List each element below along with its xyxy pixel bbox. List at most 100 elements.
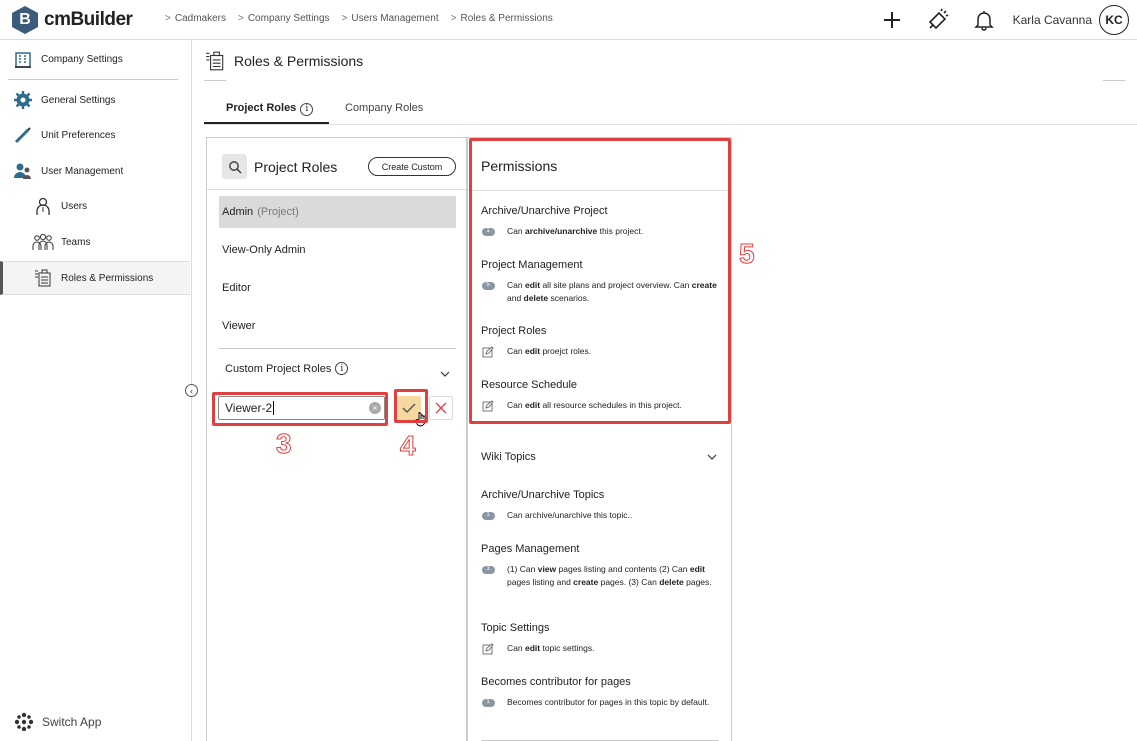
info-icon[interactable]: i [335,362,349,375]
sidebar-item-general-settings[interactable]: General Settings [12,89,116,111]
tab-project-roles[interactable]: Project Roles i [226,102,314,116]
sidebar-item-user-management[interactable]: User Management [12,160,123,182]
top-actions [879,7,997,33]
breadcrumb-item[interactable]: > Roles & Permissions [451,13,553,24]
collapse-sidebar-button[interactable]: ‹ [185,384,198,397]
permission-text: Can archive/unarchive this topic.. [507,510,633,520]
avatar[interactable]: KC [1099,5,1129,35]
active-tab-underline [204,122,329,124]
roles-panel-title: Project Roles [254,158,338,175]
app-logo[interactable]: B cmBuilder [12,6,133,34]
breadcrumb-item[interactable]: > Cadmakers [165,13,226,24]
breadcrumb-item[interactable]: > Company Settings [238,13,330,24]
gear-icon [12,89,34,111]
role-name: View-Only Admin [222,244,306,256]
sidebar-item-teams[interactable]: Teams [32,231,90,253]
plus-icon[interactable] [879,7,905,33]
roles-icon [32,267,54,289]
permission-description: 1 Can archive/unarchive this topic.. [481,509,721,522]
logo-mark: B [12,6,38,34]
chevron-down-icon[interactable] [440,365,450,383]
step-number-5: 5 [739,238,756,270]
permission-text: (1) Can view pages listing and contents … [507,564,712,587]
switch-app-label: Switch App [42,715,102,729]
level-badge: 1 [481,510,495,521]
role-name: Viewer [222,320,256,332]
roles-icon [204,50,226,72]
title-divider [204,80,226,81]
tab-label: Project Roles [226,102,297,114]
permission-item: Topic Settings Can edit topic settings. [481,622,721,655]
permission-description: Can edit topic settings. [481,642,721,655]
permission-text: Becomes contributor for pages in this to… [507,697,710,707]
custom-roles-divider [219,348,456,349]
role-item-view-only-admin[interactable]: View-Only Admin [219,234,456,266]
sidebar: Company Settings General Settings Unit P… [0,40,192,741]
roles-panel-header: Project Roles [222,154,337,179]
step-number-4: 4 [400,430,417,462]
custom-roles-header[interactable]: Custom Project Roles i [225,362,349,375]
step-number-3: 3 [276,428,293,460]
permission-item: Becomes contributor for pages 1 Becomes co… [481,676,721,709]
sidebar-header-company-settings[interactable]: Company Settings [12,48,123,70]
permission-text: Can edit topic settings. [507,643,595,653]
ruler-pencil-icon [12,124,34,146]
sidebar-divider [8,79,178,80]
chevron-left-icon: ‹ [190,385,193,396]
logo-text: cmBuilder [44,9,133,30]
edit-icon [481,642,495,654]
role-item-editor[interactable]: Editor [219,272,456,304]
permission-name: Becomes contributor for pages [481,676,631,688]
switch-app-icon [14,712,34,732]
highlight-box-step4 [394,389,428,423]
sidebar-header-label: Company Settings [41,53,123,65]
breadcrumb: > Cadmakers > Company Settings > Users Mana… [165,13,565,24]
sidebar-item-label: Users [61,200,88,212]
permission-description: 1 Becomes contributor for pages in this t… [481,696,721,709]
breadcrumb-item[interactable]: > Users Management [342,13,439,24]
panel-divider [207,189,466,190]
user-name[interactable]: Karla Cavanna [1013,13,1092,27]
permission-name: Archive/Unarchive Topics [481,489,605,501]
chevron-down-icon[interactable] [707,453,717,461]
megaphone-icon[interactable] [925,7,951,33]
cancel-role-button[interactable] [429,396,453,420]
level-badge: 1 [481,697,495,708]
info-icon[interactable]: i [300,102,314,116]
switch-app-button[interactable]: Switch App [14,712,101,732]
page-title: Roles & Permissions [204,50,363,72]
user-icon [32,195,54,217]
custom-roles-label: Custom Project Roles [225,362,332,375]
search-icon [228,160,242,174]
level-badge: 3 [481,564,495,575]
permission-name: Topic Settings [481,622,550,634]
permission-item: Archive/Unarchive Topics 1 Can archive/una… [481,489,721,522]
close-icon [435,402,447,414]
bell-icon[interactable] [971,7,997,33]
role-item-viewer[interactable]: Viewer [219,310,456,342]
wiki-topics-header[interactable]: Wiki Topics [481,451,721,463]
permission-description: 3 (1) Can view pages listing and contents… [481,563,721,589]
permission-name: Pages Management [481,543,580,555]
sidebar-item-label: Roles & Permissions [61,272,154,284]
sidebar-item-users[interactable]: Users [32,195,87,217]
sidebar-item-unit-preferences[interactable]: Unit Preferences [12,124,115,146]
tab-company-roles[interactable]: Company Roles [345,102,423,114]
title-divider [1103,80,1125,81]
sidebar-item-label: Teams [61,236,91,248]
role-suffix: (Project) [257,206,299,218]
sidebar-item-roles-permissions[interactable]: Roles & Permissions [32,267,153,289]
highlight-box-step5 [469,138,731,424]
permission-item: Pages Management 3 (1) Can view pages list… [481,543,721,589]
create-custom-button[interactable]: Create Custom [368,157,456,176]
search-button[interactable] [222,154,247,179]
roles-panel: Project Roles Create Custom Admin (Projec… [206,137,467,741]
highlight-box-step3 [212,392,388,426]
top-bar: B cmBuilder > Cadmakers > Company Settings… [0,0,1137,40]
building-icon [12,48,34,70]
role-item-admin[interactable]: Admin (Project) [219,196,456,228]
users-icon [12,160,34,182]
role-name: Admin [222,206,254,218]
role-name: Editor [222,282,251,294]
sidebar-item-label: User Management [41,165,124,177]
